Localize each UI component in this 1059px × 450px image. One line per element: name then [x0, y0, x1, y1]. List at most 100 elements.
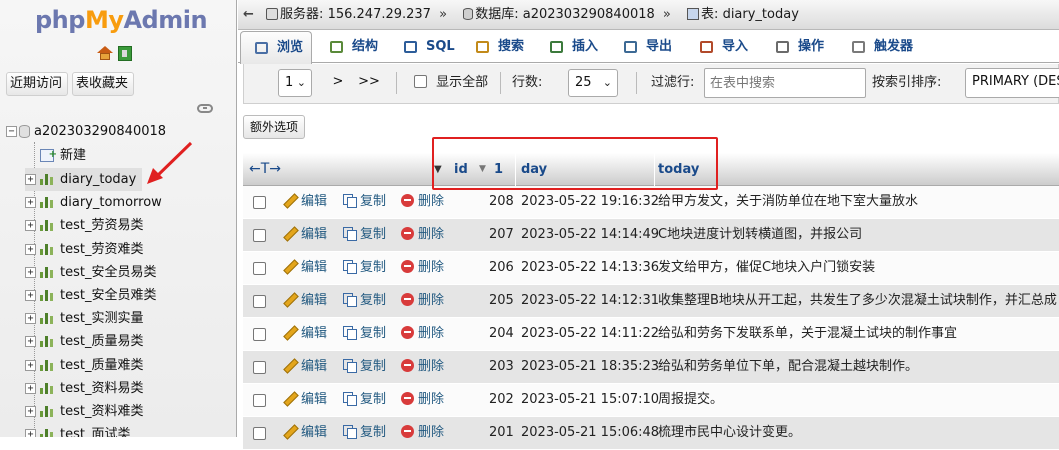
edit-button[interactable]: 编辑: [283, 351, 327, 383]
tab-insert[interactable]: 插入: [536, 31, 606, 63]
back-arrow-icon[interactable]: ←: [243, 0, 254, 30]
cell-day[interactable]: 2023-05-21 15:06:48: [521, 417, 659, 449]
edit-button[interactable]: 编辑: [283, 417, 327, 449]
collapse-icon[interactable]: −: [6, 126, 17, 137]
tab-search[interactable]: 搜索: [462, 31, 532, 63]
sidebar-table-item[interactable]: + diary_tomorrow: [25, 191, 168, 214]
row-checkbox[interactable]: [253, 361, 266, 374]
tab-sql[interactable]: SQL: [390, 31, 458, 63]
expand-icon[interactable]: +: [25, 359, 36, 371]
sidebar-table-item[interactable]: + test_资料难类: [25, 400, 149, 423]
sidebar-table-label[interactable]: diary_tomorrow: [60, 195, 162, 210]
breadcrumb-db-label[interactable]: 数据库:: [475, 7, 518, 22]
breadcrumb-server-label[interactable]: 服务器:: [280, 7, 323, 22]
cell-day[interactable]: 2023-05-22 14:12:31: [521, 285, 659, 317]
sidebar-table-label[interactable]: diary_today: [60, 172, 136, 187]
copy-button[interactable]: 复制: [342, 351, 386, 383]
cell-day[interactable]: 2023-05-22 14:13:36: [521, 252, 659, 284]
delete-button[interactable]: 删除: [401, 186, 444, 218]
edit-button[interactable]: 编辑: [283, 252, 327, 284]
last-page-button[interactable]: >>: [356, 69, 382, 97]
expand-icon[interactable]: +: [25, 174, 36, 185]
show-all-checkbox[interactable]: [414, 75, 427, 88]
cell-today[interactable]: 发文给甲方，催促C地块入户门锁安装: [658, 252, 875, 284]
copy-button[interactable]: 复制: [342, 186, 386, 218]
row-checkbox[interactable]: [253, 394, 266, 407]
copy-button[interactable]: 复制: [342, 219, 386, 251]
sidebar-table-item[interactable]: + diary_today: [25, 168, 143, 191]
tab-export[interactable]: 导出: [610, 31, 682, 63]
sidebar-table-label[interactable]: test_质量易类: [60, 334, 143, 349]
row-checkbox[interactable]: [253, 229, 266, 242]
row-checkbox[interactable]: [253, 295, 266, 308]
cell-day[interactable]: 2023-05-21 15:07:10: [521, 384, 659, 416]
copy-button[interactable]: 复制: [342, 417, 386, 449]
exit-icon[interactable]: [118, 46, 132, 61]
sidebar-table-label[interactable]: test_安全员易类: [60, 265, 156, 280]
next-page-button[interactable]: >: [328, 69, 348, 97]
cell-today[interactable]: 梳理市民中心设计变更。: [658, 417, 801, 449]
copy-button[interactable]: 复制: [342, 384, 386, 416]
sidebar-table-label[interactable]: test_资料难类: [60, 404, 143, 419]
cell-id[interactable]: 203: [489, 351, 514, 383]
tab-wrench[interactable]: 操作: [762, 31, 834, 63]
expand-icon[interactable]: +: [25, 313, 36, 325]
link-with-main-panel-icon[interactable]: [197, 104, 213, 113]
cell-day[interactable]: 2023-05-22 19:16:32: [521, 186, 659, 218]
expand-icon[interactable]: +: [25, 429, 36, 437]
cell-today[interactable]: 给甲方发文，关于消防单位在地下室大量放水: [658, 186, 918, 218]
row-checkbox[interactable]: [253, 328, 266, 341]
breadcrumb-db-value[interactable]: a202303290840018: [523, 7, 655, 22]
favorites-button[interactable]: 表收藏夹: [72, 72, 134, 96]
sidebar-table-label[interactable]: test_资料易类: [60, 381, 143, 396]
cell-day[interactable]: 2023-05-21 18:35:23: [521, 351, 659, 383]
cell-day[interactable]: 2023-05-22 14:14:49: [521, 219, 659, 251]
breadcrumb-table-value[interactable]: diary_today: [723, 7, 799, 22]
tree-database-node[interactable]: − a202303290840018: [6, 120, 166, 143]
expand-icon[interactable]: +: [25, 336, 36, 348]
row-checkbox[interactable]: [253, 262, 266, 275]
delete-button[interactable]: 删除: [401, 252, 444, 284]
sort-index-select[interactable]: PRIMARY (DES: [965, 68, 1059, 98]
expand-icon[interactable]: +: [25, 197, 36, 209]
sidebar-table-item[interactable]: + test_质量易类: [25, 330, 149, 353]
sidebar-table-label[interactable]: test_质量难类: [60, 358, 143, 373]
breadcrumb-server-value[interactable]: 156.247.29.237: [328, 7, 431, 22]
new-table-label[interactable]: 新建: [60, 148, 86, 163]
cell-id[interactable]: 205: [489, 285, 514, 317]
phpmyadmin-logo[interactable]: phpMyAdmin: [35, 6, 208, 34]
delete-button[interactable]: 删除: [401, 219, 444, 251]
cell-today[interactable]: C地块进度计划转横道图，并报公司: [658, 219, 862, 251]
recent-button[interactable]: 近期访问: [6, 72, 68, 96]
expand-icon[interactable]: +: [25, 266, 36, 278]
row-checkbox[interactable]: [253, 427, 266, 440]
sidebar-table-label[interactable]: test_劳资难类: [60, 242, 143, 257]
rows-select[interactable]: 25 ⌄: [568, 69, 618, 97]
database-name[interactable]: a202303290840018: [34, 124, 166, 139]
sidebar-table-label[interactable]: test_实测实量: [60, 311, 143, 326]
sidebar-table-item[interactable]: + test_资料易类: [25, 377, 149, 400]
tab-import[interactable]: 导入: [686, 31, 758, 63]
cell-today[interactable]: 给弘和劳务下发联系单，关于混凝土试块的制作事宜: [658, 318, 957, 350]
sidebar-table-item[interactable]: + test_质量难类: [25, 354, 149, 377]
extra-options-button[interactable]: 额外选项: [243, 115, 306, 139]
cell-today[interactable]: 收集整理B地块从开工起，共发生了多少次混凝土试块制作，并汇总成: [658, 285, 1057, 317]
tree-new-table[interactable]: 新建: [40, 143, 86, 167]
sidebar-table-item[interactable]: + test_劳资难类: [25, 238, 149, 261]
sidebar-table-label[interactable]: test_面试类: [60, 427, 130, 437]
delete-button[interactable]: 删除: [401, 285, 444, 317]
tab-trigger[interactable]: 触发器: [838, 31, 928, 63]
expand-icon[interactable]: +: [25, 406, 36, 417]
sidebar-table-item[interactable]: + test_面试类: [25, 423, 136, 437]
breadcrumb-table-label[interactable]: 表:: [701, 7, 718, 22]
expand-icon[interactable]: +: [25, 290, 36, 301]
delete-button[interactable]: 删除: [401, 351, 444, 383]
column-navigation-arrows[interactable]: ←T→: [249, 153, 281, 186]
edit-button[interactable]: 编辑: [283, 285, 327, 317]
cell-id[interactable]: 201: [489, 417, 514, 449]
cell-id[interactable]: 207: [489, 219, 514, 251]
delete-button[interactable]: 删除: [401, 417, 444, 449]
sidebar-table-label[interactable]: test_劳资易类: [60, 218, 143, 233]
tab-browse[interactable]: 浏览: [240, 31, 312, 64]
cell-id[interactable]: 202: [489, 384, 514, 416]
